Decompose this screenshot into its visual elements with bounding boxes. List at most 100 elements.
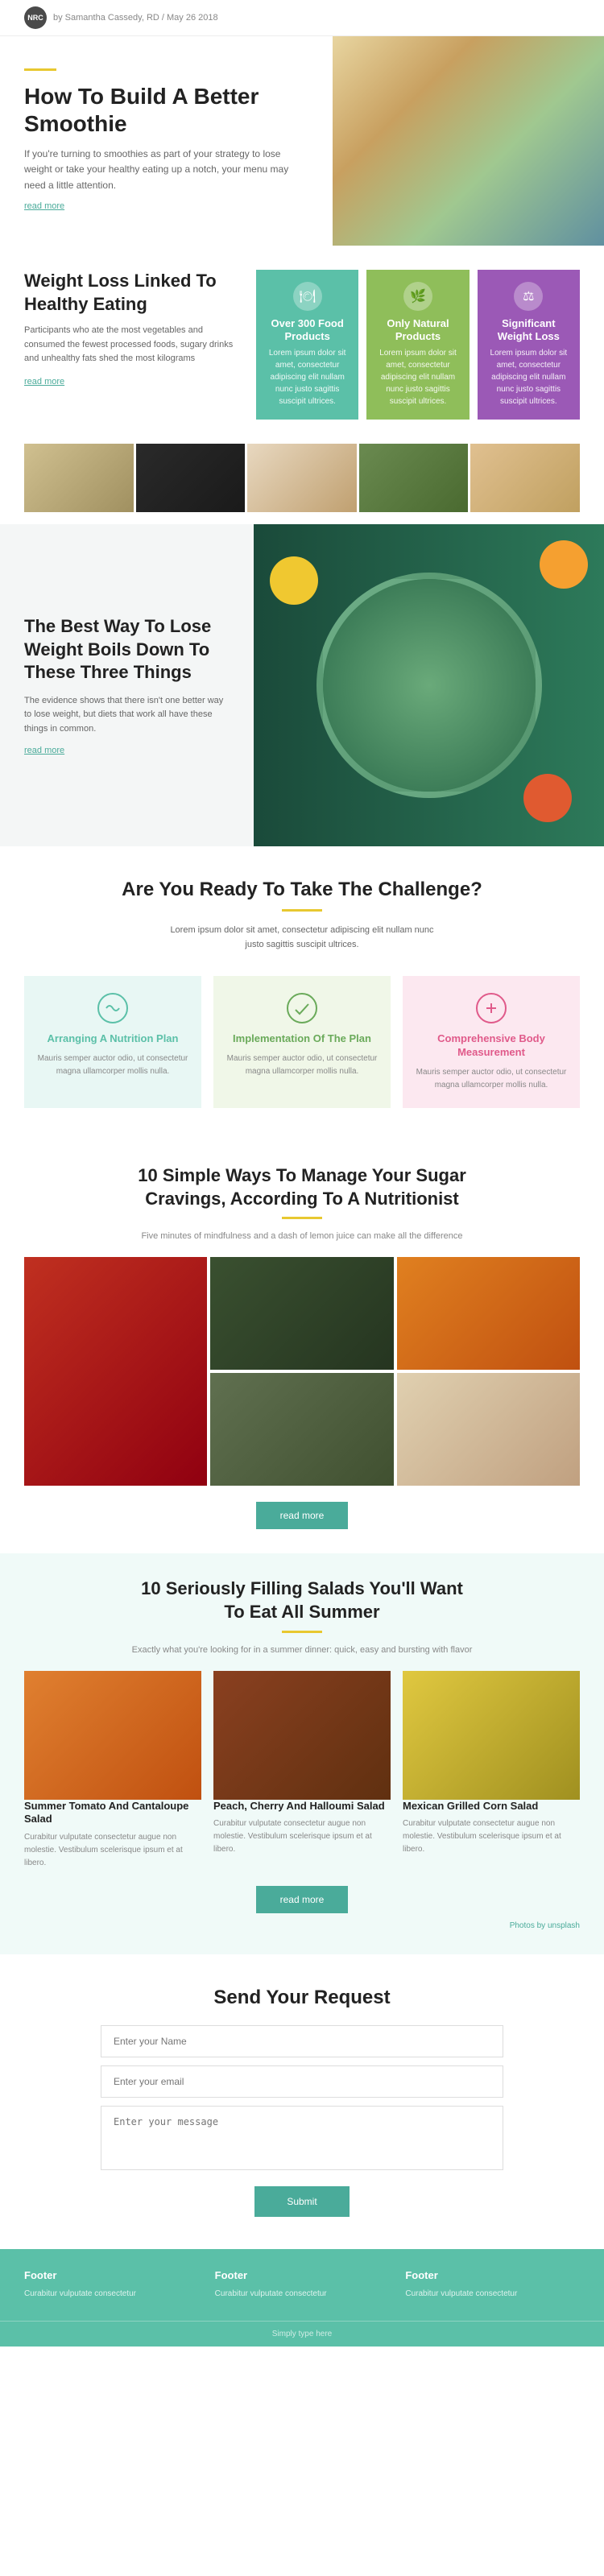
fruit-deco-2: [523, 774, 572, 822]
food-img-5: [397, 1373, 580, 1486]
sugar-title: 10 Simple Ways To Manage Your Sugar Crav…: [117, 1164, 487, 1210]
sugar-read-more-btn[interactable]: read more: [256, 1502, 349, 1529]
card3-title: Significant Weight Loss: [486, 317, 572, 342]
food-img-4: [210, 1373, 393, 1486]
fruit-deco-3: [270, 556, 318, 605]
sugar-divider: [282, 1217, 322, 1219]
hero-read-more[interactable]: read more: [24, 201, 308, 211]
challenge-card2-body: Mauris semper auctor odio, ut consectetu…: [225, 1052, 379, 1078]
challenge-title: Are You Ready To Take The Challenge?: [24, 879, 580, 901]
food-grid-item-4: [210, 1373, 393, 1486]
footer: Footer Curabitur vulputate consectetur F…: [0, 2249, 604, 2321]
salad1-title: Summer Tomato And Cantaloupe Salad: [24, 1800, 201, 1827]
salads-divider: [282, 1631, 322, 1633]
food-grid: [24, 1257, 580, 1486]
footer-col2-title: Footer: [215, 2269, 390, 2281]
banner-title: The Best Way To Lose Weight Boils Down T…: [24, 615, 230, 684]
photos-link[interactable]: unsplash: [548, 1921, 580, 1930]
footer-col3-text: Curabitur vulputate consectetur: [405, 2288, 580, 2301]
food-img-3: [247, 444, 357, 512]
footer-bottom: Simply type here: [0, 2321, 604, 2347]
weight-loss-read-more[interactable]: read more: [24, 377, 64, 387]
salad-card-3: Mexican Grilled Corn Salad Curabitur vul…: [403, 1671, 580, 1871]
food-img-2: [136, 444, 246, 512]
nutrition-icon: [97, 992, 129, 1024]
feature-card-weight: ⚖ Significant Weight Loss Lorem ipsum do…: [478, 270, 580, 420]
photos-credit: Photos by unsplash: [24, 1921, 580, 1930]
salad-img-1: [24, 1671, 201, 1800]
challenge-cards-container: Arranging A Nutrition Plan Mauris semper…: [24, 976, 580, 1108]
salad3-title: Mexican Grilled Corn Salad: [403, 1800, 580, 1813]
footer-col1-text: Curabitur vulputate consectetur: [24, 2288, 199, 2301]
banner-text: The Best Way To Lose Weight Boils Down T…: [0, 524, 254, 846]
food-grid-item-3: [397, 1257, 580, 1370]
challenge-card-1: Arranging A Nutrition Plan Mauris semper…: [24, 976, 201, 1108]
logo: NRC: [24, 6, 47, 29]
food-circle-inner: [323, 579, 536, 792]
email-input[interactable]: [101, 2065, 503, 2098]
natural-icon-circle: 🌿: [403, 282, 432, 311]
salad-img-2: [213, 1671, 391, 1800]
sugar-subtitle: Five minutes of mindfulness and a dash o…: [24, 1231, 580, 1241]
challenge-card2-title: Implementation Of The Plan: [225, 1032, 379, 1046]
salad-img-3: [403, 1671, 580, 1800]
food-icon-circle: 🍽: [293, 282, 322, 311]
footer-col-3: Footer Curabitur vulputate consectetur: [405, 2269, 580, 2301]
footer-col3-title: Footer: [405, 2269, 580, 2281]
food-grid-item-5: [397, 1373, 580, 1486]
banner-section: The Best Way To Lose Weight Boils Down T…: [0, 524, 604, 846]
salads-read-more-btn[interactable]: read more: [256, 1886, 349, 1913]
challenge-subtitle: Lorem ipsum dolor sit amet, consectetur …: [165, 924, 439, 952]
weight-loss-text: Weight Loss Linked To Healthy Eating Par…: [24, 270, 240, 420]
weight-loss-description: Participants who ate the most vegetables…: [24, 324, 240, 366]
challenge-section: Are You Ready To Take The Challenge? Lor…: [0, 846, 604, 1140]
salad-card-2: Peach, Cherry And Halloumi Salad Curabit…: [213, 1671, 391, 1871]
hero-image: [333, 36, 604, 246]
salads-section: 10 Seriously Filling Salads You'll Want …: [0, 1553, 604, 1954]
food-images-row: [0, 444, 604, 524]
footer-col-2: Footer Curabitur vulputate consectetur: [215, 2269, 390, 2301]
food-img-4: [359, 444, 469, 512]
food-img-3: [397, 1257, 580, 1370]
salad2-title: Peach, Cherry And Halloumi Salad: [213, 1800, 391, 1813]
food-img-2: [210, 1257, 393, 1370]
challenge-card1-body: Mauris semper auctor odio, ut consectetu…: [36, 1052, 189, 1078]
food-img-1: [24, 444, 134, 512]
banner-image: [254, 524, 604, 846]
measurement-icon: [475, 992, 507, 1024]
banner-read-more[interactable]: read more: [24, 746, 230, 755]
food-img-tall-1: [24, 1257, 207, 1486]
feature-card-natural: 🌿 Only Natural Products Lorem ipsum dolo…: [366, 270, 469, 420]
name-input[interactable]: [101, 2025, 503, 2057]
footer-col-1: Footer Curabitur vulputate consectetur: [24, 2269, 199, 2301]
hero-text-area: How To Build A Better Smoothie If you're…: [0, 36, 333, 246]
implementation-icon: [286, 992, 318, 1024]
challenge-card1-title: Arranging A Nutrition Plan: [36, 1032, 189, 1046]
salad3-body: Curabitur vulputate consectetur augue no…: [403, 1817, 580, 1856]
salad2-body: Curabitur vulputate consectetur augue no…: [213, 1817, 391, 1856]
hero-description: If you're turning to smoothies as part o…: [24, 147, 308, 193]
contact-title: Send Your Request: [24, 1987, 580, 2009]
challenge-card3-body: Mauris semper auctor odio, ut consectetu…: [415, 1066, 568, 1092]
footer-bottom-text: Simply type here: [24, 2330, 580, 2338]
weight-loss-section: Weight Loss Linked To Healthy Eating Par…: [0, 246, 604, 444]
message-input[interactable]: [101, 2106, 503, 2170]
footer-col2-text: Curabitur vulputate consectetur: [215, 2288, 390, 2301]
logo-text: NRC: [27, 14, 43, 22]
salad-cards-container: Summer Tomato And Cantaloupe Salad Curab…: [24, 1671, 580, 1871]
natural-icon: 🌿: [410, 288, 426, 304]
weight-icon: ⚖: [523, 288, 534, 304]
card3-body: Lorem ipsum dolor sit amet, consectetur …: [486, 347, 572, 407]
challenge-divider: [282, 909, 322, 912]
food-grid-item-1: [24, 1257, 207, 1486]
submit-button[interactable]: Submit: [254, 2186, 349, 2217]
card1-body: Lorem ipsum dolor sit amet, consectetur …: [264, 347, 350, 407]
contact-section: Send Your Request Submit: [0, 1954, 604, 2249]
card2-title: Only Natural Products: [374, 317, 461, 342]
feature-cards: 🍽 Over 300 Food Products Lorem ipsum dol…: [256, 270, 580, 420]
food-icon: 🍽: [300, 288, 316, 304]
salad-card-1: Summer Tomato And Cantaloupe Salad Curab…: [24, 1671, 201, 1871]
challenge-card3-title: Comprehensive Body Measurement: [415, 1032, 568, 1060]
contact-form: Submit: [101, 2025, 503, 2217]
hero-divider: [24, 68, 56, 71]
